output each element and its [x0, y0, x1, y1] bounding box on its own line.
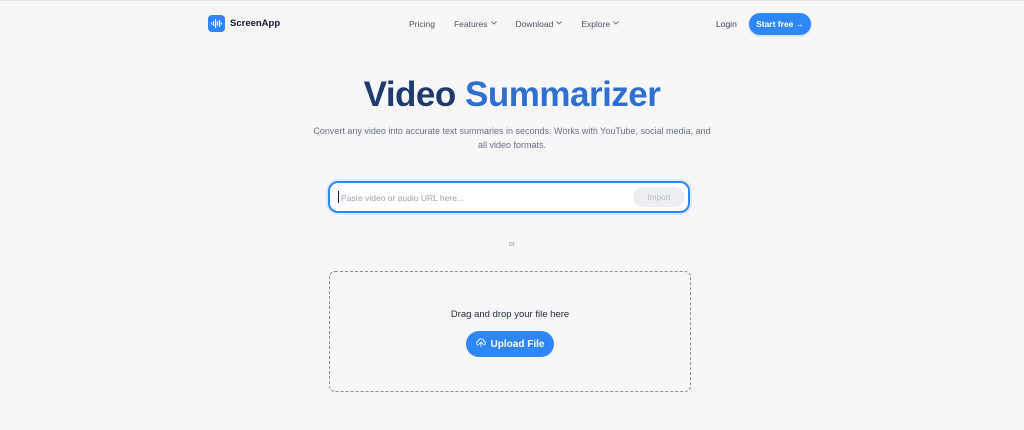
file-dropzone[interactable]: Drag and drop your file here Upload File [329, 271, 691, 392]
start-free-button[interactable]: Start free → [749, 13, 811, 35]
start-free-label: Start free [756, 19, 794, 29]
import-button[interactable]: Import [633, 187, 685, 207]
dropzone-prompt: Drag and drop your file here [450, 309, 570, 320]
url-input[interactable] [339, 183, 633, 213]
url-input-container: Import [328, 181, 690, 213]
login-link[interactable]: Login [716, 19, 737, 29]
cloud-upload-icon [475, 338, 486, 350]
or-divider: or [508, 239, 516, 248]
chevron-down-icon [490, 21, 497, 27]
nav-pricing[interactable]: Pricing [409, 19, 435, 29]
brand-name: ScreenApp [230, 18, 281, 29]
arrow-right-icon: → [795, 19, 804, 29]
title-word-video: Video [363, 75, 457, 114]
brand-logo[interactable]: ScreenApp [208, 15, 280, 32]
nav-features-label: Features [453, 19, 488, 29]
nav-pricing-label: Pricing [409, 19, 435, 29]
chevron-down-icon [613, 21, 619, 27]
nav-download-label: Download [515, 19, 554, 29]
page-subtitle: Convert any video into accurate text sum… [313, 126, 711, 150]
title-word-summarizer: Summarizer [465, 75, 661, 114]
nav-download[interactable]: Download [516, 19, 563, 29]
chevron-down-icon [556, 21, 563, 27]
nav-features[interactable]: Features [454, 19, 497, 29]
page-title: Video Summarizer [0, 72, 1024, 118]
nav-explore[interactable]: Explore [581, 19, 619, 29]
main-nav: Pricing Features Download Explore [409, 19, 619, 29]
upload-file-label: Upload File [490, 338, 545, 350]
upload-file-button[interactable]: Upload File [466, 331, 554, 357]
site-header: ScreenApp Pricing Features Download Expl… [0, 0, 1024, 48]
soundwave-logo-icon [208, 15, 225, 32]
nav-explore-label: Explore [581, 19, 611, 29]
